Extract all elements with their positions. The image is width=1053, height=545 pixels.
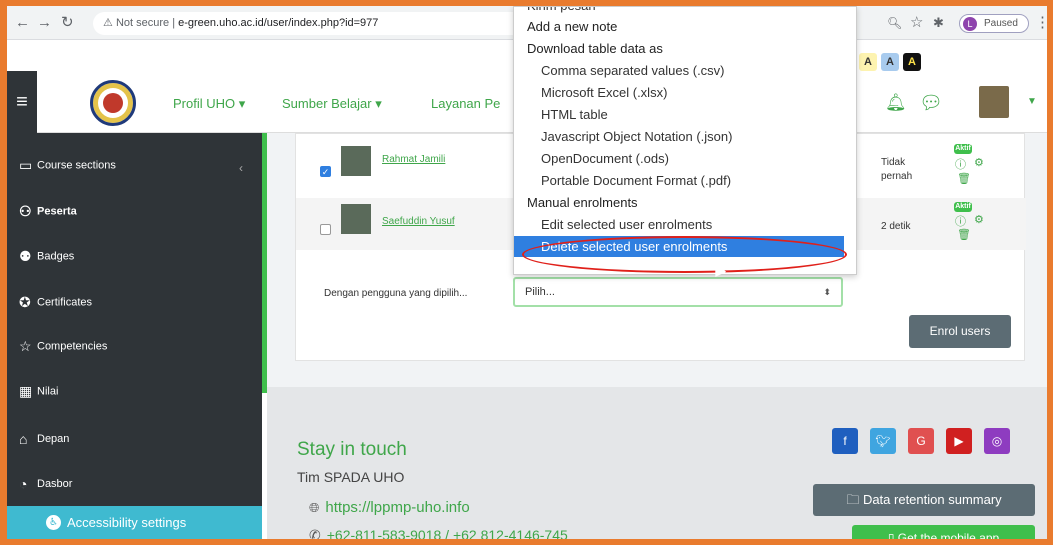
folder-icon: ▭ [19,157,33,173]
footer-phone[interactable]: ✆ +62-811-583-9018 / +62 812-4146-745 [309,527,568,539]
profile-button[interactable]: L Paused [959,14,1029,33]
user-photo [341,146,371,176]
bulk-action-select[interactable]: Pilih... ⬍ [513,277,843,307]
chat-bubble-icon[interactable]: 💬︎ [919,91,943,115]
data-retention-button[interactable]: 🗀︎ Data retention summary [813,484,1035,516]
sidebar-item-certificates[interactable]: ✪ Certificates [19,294,92,311]
mobile-app-button[interactable]: ▯ Get the mobile app [852,525,1035,539]
chevron-left-icon[interactable]: ‹ [239,161,243,175]
status-badge: Aktif [954,144,972,154]
bulk-action-label: Dengan pengguna yang dipilih... [324,288,468,299]
option-edit-enrolments[interactable]: Edit selected user enrolments [514,214,844,236]
nav-profil-uho[interactable]: Profil UHO ▾ [173,96,245,112]
nav-layanan[interactable]: Layanan Pe [431,96,500,111]
option-ods[interactable]: OpenDocument (.ods) [514,148,844,170]
users-icon: ⚇ [19,203,32,219]
optgroup-manual-enrolments: Manual enrolments [527,195,638,210]
nav-sumber-belajar[interactable]: Sumber Belajar ▾ [282,96,382,112]
annotation-highlight-oval [522,236,847,273]
optgroup-download: Download table data as [527,41,663,56]
last-access: Tidak pernah [881,157,913,182]
bulk-action-options[interactable]: Kirim pesan Add a new note Download tabl… [513,6,857,275]
extensions-icon[interactable]: ✱ [933,14,944,32]
sidebar-item-dasbor[interactable]: ◔ Dasbor [19,476,72,492]
gear-icon[interactable]: ⚙ [974,213,984,226]
reload-icon[interactable]: ↻ [61,14,74,32]
enrol-users-button[interactable]: Enrol users [909,315,1011,348]
globe-icon: 🌐︎ [309,500,320,515]
site-footer: Stay in touch Tim SPADA UHO 🌐︎ https://lp… [267,387,1047,539]
youtube-icon[interactable]: ▶ [946,428,972,454]
chevron-down-icon[interactable]: ▼ [1027,96,1037,107]
info-icon[interactable]: ⓘ [955,213,966,229]
row-checkbox[interactable] [320,224,331,235]
zoom-icon[interactable]: 🔍︎ [887,14,902,32]
hamburger-icon[interactable]: ≡ [7,71,37,133]
profile-avatar: L [963,17,977,31]
option-json[interactable]: Javascript Object Notation (.json) [514,126,844,148]
back-icon[interactable]: ← [15,14,30,32]
footer-org: Tim SPADA UHO [297,469,405,485]
user-avatar[interactable] [979,86,1009,118]
option-pdf[interactable]: Portable Document Format (.pdf) [514,170,844,192]
uho-logo[interactable] [90,80,136,126]
forward-icon[interactable]: → [37,14,52,32]
profile-status: Paused [984,18,1018,29]
user-name-link[interactable]: Saefuddin Yusuf [382,216,455,227]
font-size-medium[interactable]: A [881,53,899,71]
menu-dots-icon[interactable]: ⋮ [1035,14,1047,32]
url-text: e-green.uho.ac.id/user/index.php?id=977 [178,17,379,29]
user-name-link[interactable]: Rahmat Jamili [382,154,445,165]
option-csv[interactable]: Comma separated values (.csv) [514,60,844,82]
screenshot-frame: ← → ↻ ⚠ Not secure | e-green.uho.ac.id/u… [7,6,1047,539]
warning-icon: ⚠ [103,17,113,29]
sidebar-item-nilai[interactable]: ▦ Nilai [19,383,58,400]
font-size-contrast[interactable]: A [903,53,921,71]
course-sidebar: ▭ Course sections ‹ ⚇ Peserta ⚉ Badges ✪ Cer… [7,133,262,539]
certificate-icon: ✪ [19,294,31,310]
phone-icon: ✆ [309,527,321,539]
sidebar-item-peserta[interactable]: ⚇ Peserta [19,203,77,220]
gear-icon[interactable]: ⚙ [974,156,984,169]
dashboard-icon: ◔ [19,476,28,492]
sidebar-item-competencies[interactable]: ☆ Competencies [19,338,107,355]
star-outline-icon: ☆ [19,338,32,354]
sidebar-item-depan[interactable]: ⌂ Depan [19,431,69,447]
instagram-icon[interactable]: ◎ [984,428,1010,454]
accessibility-icon: ♿︎ [46,515,61,530]
security-label: Not secure [115,17,170,29]
select-arrows-icon: ⬍ [823,287,831,297]
sidebar-item-course-sections[interactable]: ▭ Course sections [19,157,116,174]
notification-bell-icon[interactable]: 🔔︎ [885,93,907,113]
option-add-note[interactable]: Add a new note [514,16,844,38]
badge-icon: ⚉ [19,248,32,264]
info-icon[interactable]: ⓘ [955,156,966,172]
twitter-icon[interactable]: 🐦︎ [870,428,896,454]
option-xlsx[interactable]: Microsoft Excel (.xlsx) [514,82,844,104]
option-html[interactable]: HTML table [514,104,844,126]
last-access: 2 detik [881,221,911,232]
footer-heading: Stay in touch [297,439,407,460]
user-photo [341,204,371,234]
trash-icon[interactable]: 🗑︎ [957,172,971,185]
google-plus-icon[interactable]: G [908,428,934,454]
font-size-small[interactable]: A [859,53,877,71]
accessibility-settings-button[interactable]: ♿︎ Accessibility settings [7,506,262,539]
mobile-icon: ▯ [887,531,898,539]
star-icon[interactable]: ☆ [910,14,923,32]
archive-icon: 🗀︎ [846,492,863,507]
sidebar-item-badges[interactable]: ⚉ Badges [19,248,74,265]
trash-icon[interactable]: 🗑︎ [957,228,971,241]
home-icon: ⌂ [19,431,28,447]
grades-table-icon: ▦ [19,383,33,399]
row-checkbox[interactable]: ✓ [320,166,331,177]
facebook-icon[interactable]: f [832,428,858,454]
footer-website[interactable]: 🌐︎ https://lppmp-uho.info [309,499,470,516]
status-badge: Aktif [954,202,972,212]
